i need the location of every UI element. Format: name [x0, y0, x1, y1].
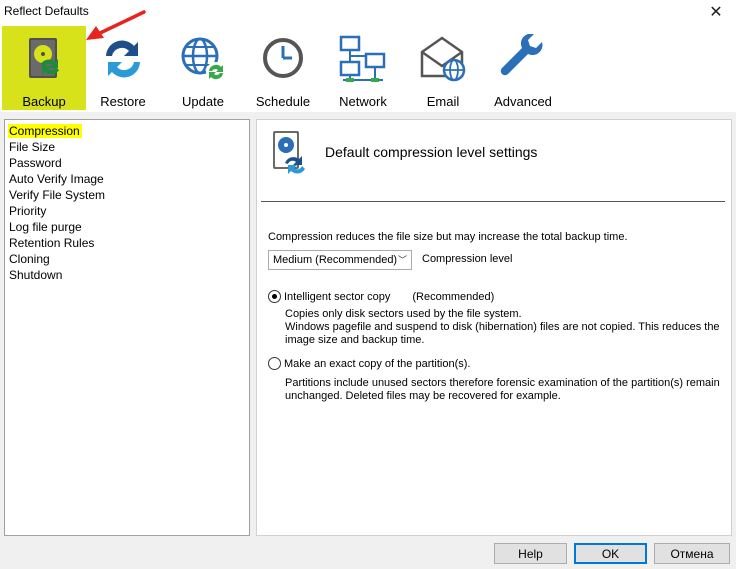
tool-label: Network — [339, 94, 387, 109]
tool-label: Advanced — [494, 94, 552, 109]
compression-description: Compression reduces the file size but ma… — [268, 231, 628, 243]
help-button[interactable]: Help — [494, 543, 567, 564]
clock-icon — [263, 38, 303, 78]
tool-label: Update — [182, 94, 224, 109]
sidebar-item-label: Compression — [8, 124, 82, 138]
option-description: Copies only disk sectors used by the fil… — [285, 308, 725, 347]
sidebar-item-compression[interactable]: Compression — [5, 123, 249, 139]
sidebar-item-label: Verify File System — [9, 188, 106, 202]
cancel-button[interactable]: Отмена — [654, 543, 730, 564]
tool-schedule[interactable]: Schedule — [241, 26, 325, 110]
envelope-globe-icon — [420, 36, 466, 82]
divider — [261, 201, 725, 202]
network-computers-icon — [339, 35, 386, 82]
tool-restore[interactable]: Restore — [81, 26, 165, 110]
option-description-line: Windows pagefile and suspend to disk (hi… — [285, 321, 720, 346]
option-description: Partitions include unused sectors theref… — [285, 377, 725, 403]
option-description-line: Copies only disk sectors used by the fil… — [285, 308, 522, 320]
tool-advanced[interactable]: Advanced — [481, 26, 565, 110]
toolbar: Backup Restore Update Schedule Network E… — [0, 24, 736, 112]
sidebar-item-label: Priority — [9, 204, 47, 218]
sidebar-item-verify-file-system[interactable]: Verify File System — [5, 187, 249, 203]
sidebar-item-label: Shutdown — [9, 268, 63, 282]
ok-button[interactable]: OK — [574, 543, 647, 564]
settings-category-list: Compression File Size Password Auto Veri… — [4, 119, 250, 536]
tool-label: Backup — [22, 94, 66, 109]
tool-update[interactable]: Update — [161, 26, 245, 110]
radio-intelligent-sector-copy[interactable]: Intelligent sector copy (Recommended) — [268, 290, 494, 303]
sidebar-item-label: Retention Rules — [9, 236, 95, 250]
restore-arrows-icon — [106, 40, 140, 78]
sidebar-item-shutdown[interactable]: Shutdown — [5, 267, 249, 283]
sidebar-item-label: Log file purge — [9, 220, 82, 234]
close-icon[interactable]: ✕ — [696, 0, 736, 24]
radio-label: Make an exact copy of the partition(s). — [284, 357, 471, 370]
sidebar-item-log-file-purge[interactable]: Log file purge — [5, 219, 249, 235]
sidebar-item-label: Cloning — [9, 252, 50, 266]
sidebar-item-label: Password — [9, 156, 62, 170]
radio-button-unchecked[interactable] — [268, 357, 281, 370]
radio-button-checked[interactable] — [268, 290, 281, 303]
tool-label: Schedule — [255, 94, 311, 109]
sidebar-item-label: File Size — [9, 140, 56, 154]
sidebar-item-file-size[interactable]: File Size — [5, 139, 249, 155]
sidebar-item-priority[interactable]: Priority — [5, 203, 249, 219]
tool-network[interactable]: Network — [321, 26, 405, 110]
tool-backup[interactable]: Backup — [2, 26, 86, 110]
sidebar-item-auto-verify-image[interactable]: Auto Verify Image — [5, 171, 249, 187]
window-title: Reflect Defaults — [4, 4, 89, 18]
sidebar-item-cloning[interactable]: Cloning — [5, 251, 249, 267]
compression-level-label: Compression level — [422, 253, 513, 265]
sidebar-item-retention-rules[interactable]: Retention Rules — [5, 235, 249, 251]
backup-disk-icon — [29, 38, 59, 78]
radio-label: Intelligent sector copy — [284, 290, 391, 303]
update-globe-icon — [181, 37, 226, 82]
chevron-down-icon: ﹀ — [397, 255, 407, 265]
tool-label: Email — [426, 94, 460, 109]
sidebar-item-password[interactable]: Password — [5, 155, 249, 171]
compression-level-select[interactable]: Medium (Recommended) ﹀ — [268, 250, 412, 270]
wrench-icon — [500, 34, 543, 76]
select-value: Medium (Recommended) — [273, 254, 398, 266]
page-title: Default compression level settings — [325, 144, 538, 160]
sidebar-item-label: Auto Verify Image — [9, 172, 104, 186]
option-description-line: Partitions include unused sectors theref… — [285, 377, 720, 402]
title-bar: Reflect Defaults ✕ — [0, 0, 736, 24]
tool-email[interactable]: Email — [401, 26, 485, 110]
radio-label-extra: (Recommended) — [412, 290, 495, 303]
tool-label: Restore — [100, 94, 146, 109]
compression-disk-icon — [273, 131, 305, 174]
settings-content-panel: Default compression level settings Compr… — [256, 119, 732, 536]
radio-exact-copy[interactable]: Make an exact copy of the partition(s). — [268, 357, 470, 370]
